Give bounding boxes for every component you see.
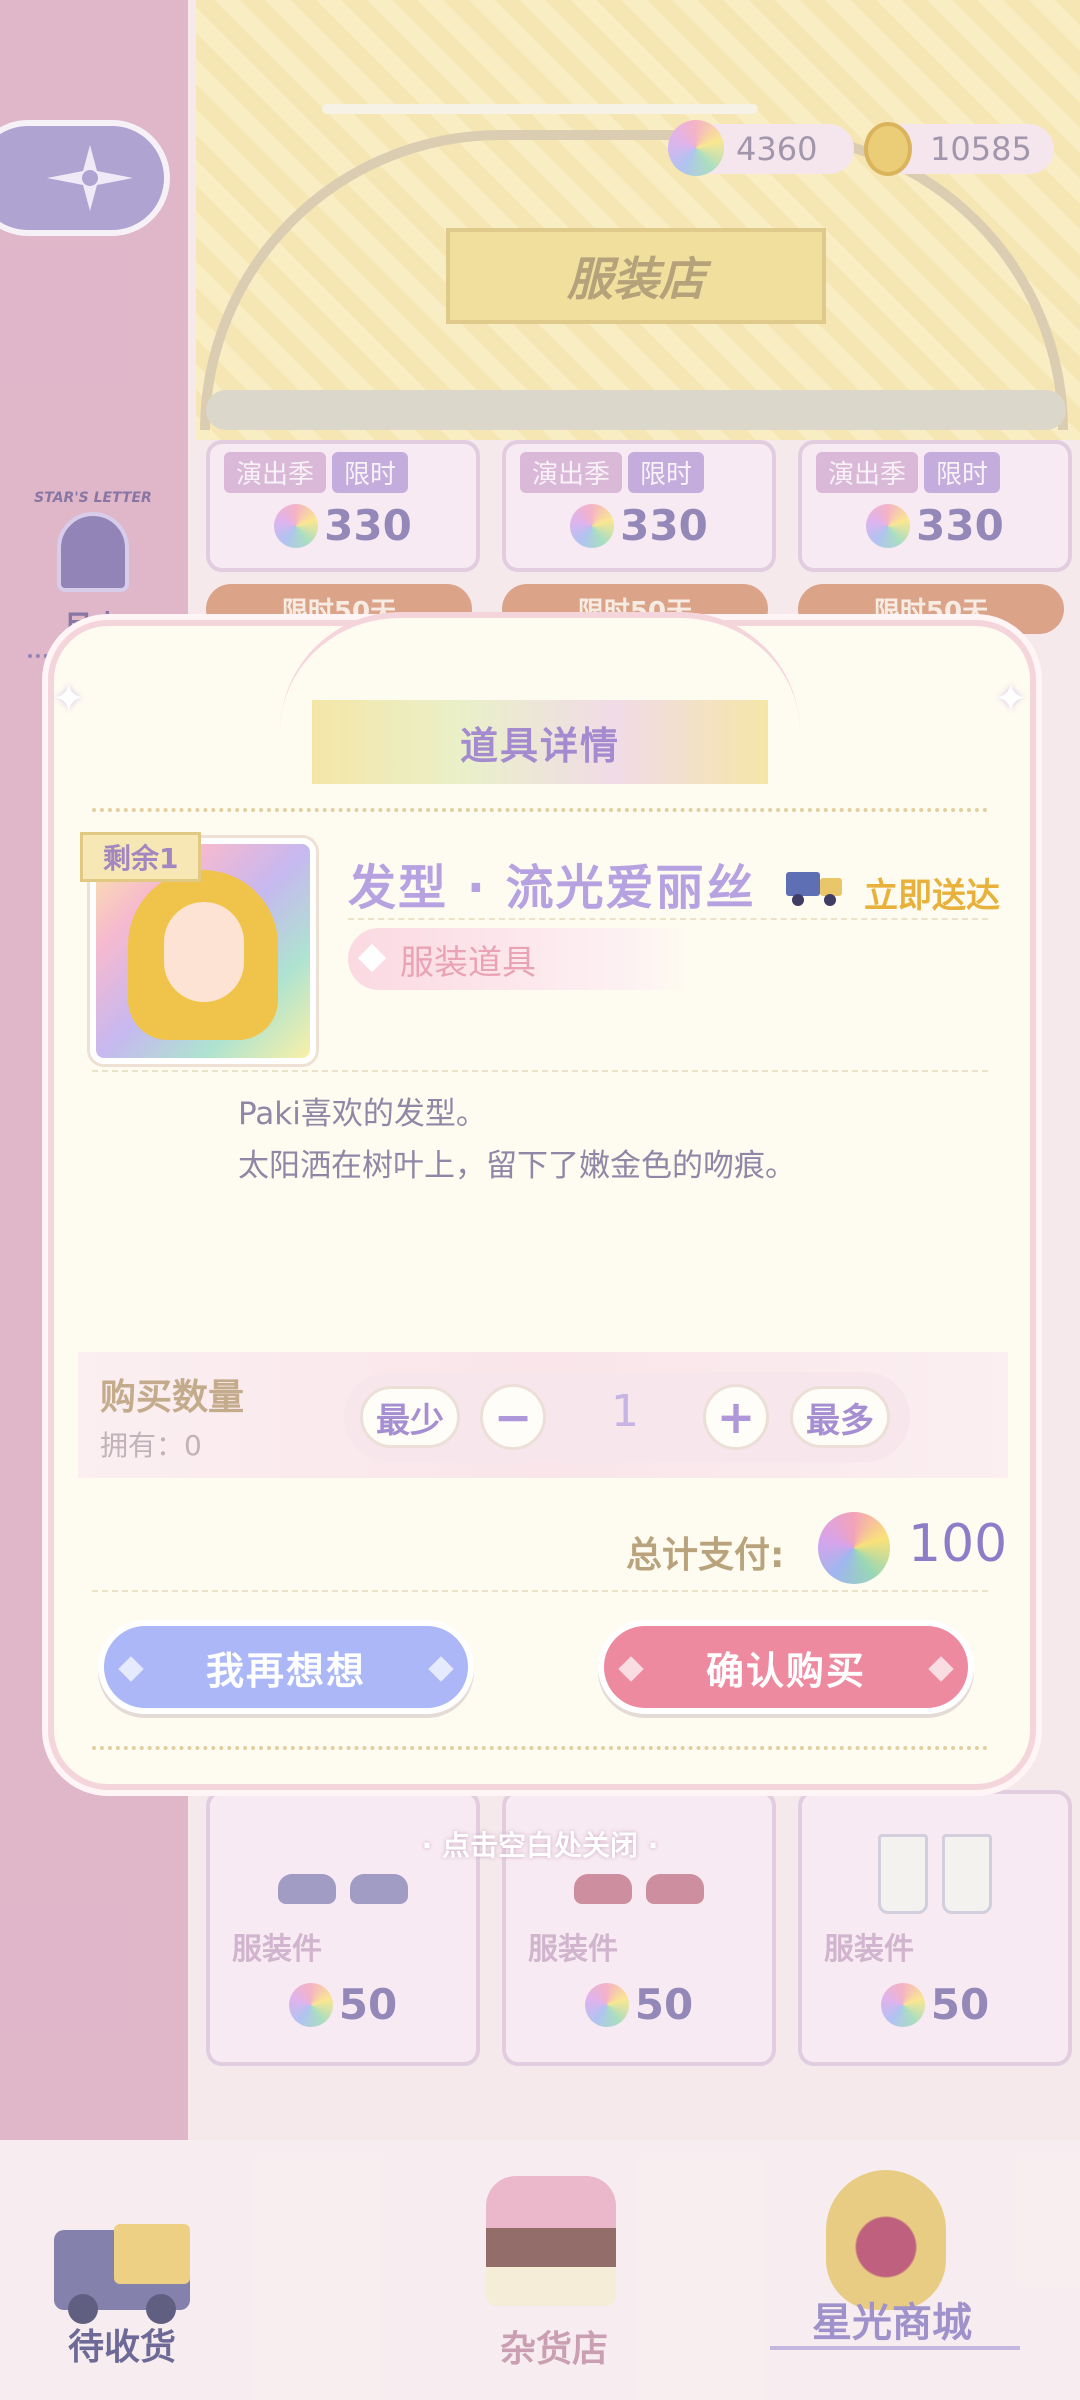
category-chip: 服装道具 — [348, 928, 688, 990]
min-quantity-button[interactable]: 最少 — [360, 1386, 460, 1448]
item-detail-dialog — [48, 620, 1036, 1790]
quantity-label: 购买数量 — [100, 1377, 245, 1418]
delivery-label: 立即送达 — [864, 876, 1000, 916]
star-gem-icon — [818, 1512, 890, 1584]
remaining-badge: 剩余1 — [80, 832, 202, 882]
confirm-purchase-button[interactable]: 确认购买 — [598, 1620, 974, 1714]
decrement-button[interactable]: − — [480, 1384, 546, 1450]
minus-icon: − — [493, 1390, 533, 1444]
quantity-value[interactable]: 1 — [580, 1386, 670, 1437]
confirm-button-label: 确认购买 — [705, 1648, 866, 1693]
cancel-button[interactable]: 我再想想 — [98, 1620, 474, 1714]
item-description: Paki喜欢的发型。 太阳洒在树叶上，留下了嫩金色的吻痕。 — [238, 1088, 796, 1192]
divider — [348, 918, 988, 920]
description-line: 太阳洒在树叶上，留下了嫩金色的吻痕。 — [238, 1148, 796, 1184]
cancel-button-label: 我再想想 — [205, 1648, 366, 1693]
description-line: Paki喜欢的发型。 — [238, 1096, 487, 1132]
sparkle-icon: ✦ — [52, 676, 86, 722]
item-name: 发型 · 流光爱丽丝 — [348, 860, 756, 916]
divider — [92, 1590, 988, 1592]
plus-icon: + — [716, 1390, 756, 1444]
increment-button[interactable]: + — [703, 1384, 769, 1450]
divider — [92, 1746, 988, 1750]
close-hint: · 点击空白处关闭 · — [421, 1829, 659, 1862]
sparkle-icon: ✦ — [994, 676, 1028, 722]
category-label: 服装道具 — [400, 942, 536, 983]
owned-count: 拥有：0 — [100, 1429, 202, 1462]
avatar-face — [164, 902, 244, 1002]
total-label: 总计支付: — [626, 1535, 785, 1576]
max-quantity-button[interactable]: 最多 — [790, 1386, 890, 1448]
delivery-truck-icon — [786, 872, 842, 906]
total-value: 100 — [908, 1514, 1008, 1574]
dialog-title: 道具详情 — [459, 723, 620, 768]
dialog-title-ribbon: 道具详情 — [312, 700, 768, 784]
divider — [92, 808, 988, 812]
divider — [92, 1070, 988, 1072]
